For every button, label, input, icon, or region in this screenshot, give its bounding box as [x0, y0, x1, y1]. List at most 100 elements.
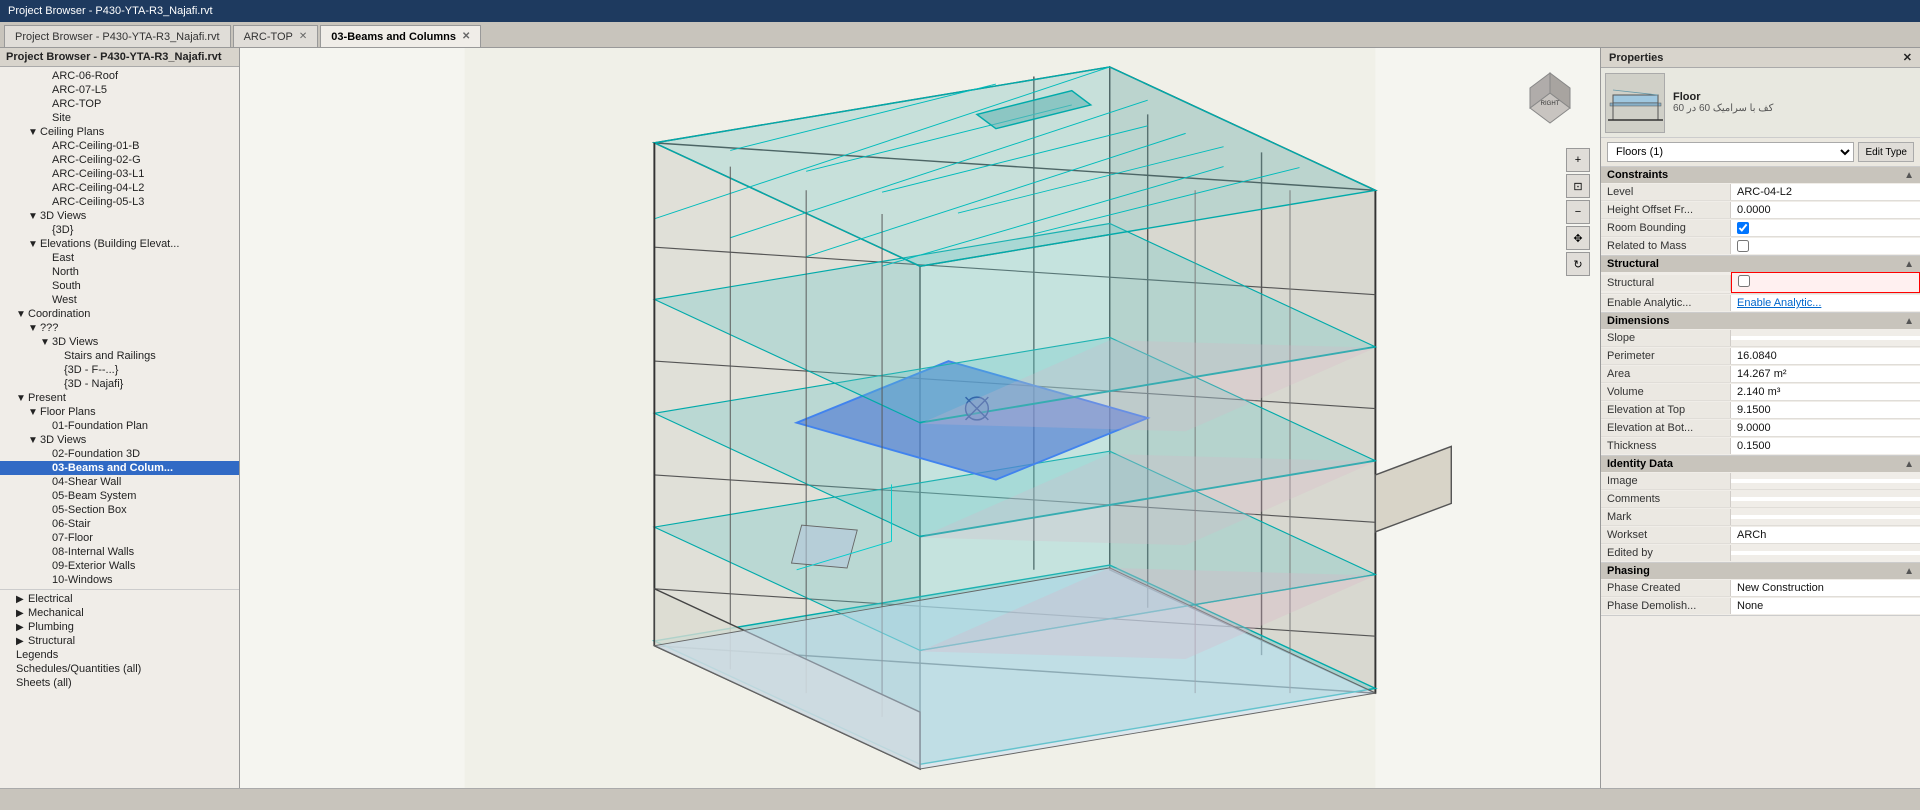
- tree-toggle[interactable]: ▼: [28, 211, 40, 222]
- tree-item-05-beam-system[interactable]: 05-Beam System: [0, 489, 239, 503]
- view-area[interactable]: RIGHT + ⊡ − ✥ ↻: [240, 48, 1600, 788]
- tree-toggle[interactable]: ▼: [28, 127, 40, 138]
- tree-label: 02-Foundation 3D: [52, 448, 235, 460]
- tree-item-west[interactable]: West: [0, 293, 239, 307]
- tree-toggle[interactable]: ▼: [28, 407, 40, 418]
- tree-toggle[interactable]: ▼: [16, 309, 28, 320]
- tree-label: Present: [28, 392, 235, 404]
- tree-item-06-stair[interactable]: 06-Stair: [0, 517, 239, 531]
- tree-item-schedules[interactable]: Schedules/Quantities (all): [0, 662, 239, 676]
- element-type-dropdown[interactable]: Floors (1): [1607, 142, 1854, 162]
- tree-item-elevations[interactable]: ▼ Elevations (Building Elevat...: [0, 237, 239, 251]
- tree-item-arc-ceiling-05-l3[interactable]: ARC-Ceiling-05-L3: [0, 195, 239, 209]
- tree-toggle[interactable]: ▼: [28, 435, 40, 446]
- tree-item-legends[interactable]: Legends: [0, 648, 239, 662]
- tree-toggle[interactable]: ▼: [28, 323, 40, 334]
- tree-item-coordination[interactable]: ▼ Coordination: [0, 307, 239, 321]
- tab-project-browser[interactable]: Project Browser - P430-YTA-R3_Najafi.rvt: [4, 25, 231, 47]
- properties-collapse-icon[interactable]: ✕: [1903, 51, 1912, 64]
- tab-close-arc-top[interactable]: ✕: [299, 31, 307, 42]
- prop-checkbox[interactable]: [1737, 240, 1749, 252]
- tree-item-mechanical[interactable]: ▶ Mechanical: [0, 606, 239, 620]
- navigation-cube[interactable]: RIGHT: [1510, 58, 1590, 138]
- section-collapse-structural[interactable]: ▲: [1904, 259, 1914, 270]
- prop-label-edited-by: Edited by: [1601, 545, 1731, 561]
- tree-item-stairs-railings[interactable]: Stairs and Railings: [0, 349, 239, 363]
- tab-arc-top[interactable]: ARC-TOP ✕: [233, 25, 319, 47]
- tree-item-east[interactable]: East: [0, 251, 239, 265]
- tree-item-arc-top[interactable]: ARC-TOP: [0, 97, 239, 111]
- prop-checkbox-red[interactable]: [1738, 275, 1750, 287]
- rotate-btn[interactable]: ↻: [1566, 252, 1590, 276]
- tree-toggle[interactable]: ▼: [16, 393, 28, 404]
- tree-item-3d-views-present[interactable]: ▼ 3D Views: [0, 433, 239, 447]
- tree-item-3d-views-coord[interactable]: ▼ 3D Views: [0, 335, 239, 349]
- tree-item-3d-f[interactable]: {3D - F--...}: [0, 363, 239, 377]
- tree-item-03-beams-colum[interactable]: 03-Beams and Colum...: [0, 461, 239, 475]
- tree-item-north[interactable]: North: [0, 265, 239, 279]
- tree-item-south[interactable]: South: [0, 279, 239, 293]
- section-collapse-identity-data[interactable]: ▲: [1904, 459, 1914, 470]
- tree-item-3d[interactable]: {3D}: [0, 223, 239, 237]
- tree-label: Legends: [16, 649, 235, 661]
- section-collapse-constraints[interactable]: ▲: [1904, 170, 1914, 181]
- prop-value-volume: 2.140 m³: [1731, 384, 1920, 400]
- tree-item-present[interactable]: ▼ Present: [0, 391, 239, 405]
- tree-item-plumbing[interactable]: ▶ Plumbing: [0, 620, 239, 634]
- prop-section-header-identity-data[interactable]: Identity Data▲: [1601, 456, 1920, 472]
- tree-item-arc-ceiling-01-b[interactable]: ARC-Ceiling-01-B: [0, 139, 239, 153]
- zoom-extent-btn[interactable]: ⊡: [1566, 174, 1590, 198]
- zoom-in-btn[interactable]: +: [1566, 148, 1590, 172]
- pan-btn[interactable]: ✥: [1566, 226, 1590, 250]
- prop-checkbox[interactable]: [1737, 222, 1749, 234]
- tree-item-arc-06-roof[interactable]: ARC-06-Roof: [0, 69, 239, 83]
- tree-item-sheets[interactable]: Sheets (all): [0, 676, 239, 690]
- prop-value-enable-analytic...[interactable]: Enable Analytic...: [1731, 295, 1920, 311]
- tree-item-3d-views-arc[interactable]: ▼ 3D Views: [0, 209, 239, 223]
- prop-section-header-dimensions[interactable]: Dimensions▲: [1601, 313, 1920, 329]
- tree-label: West: [52, 294, 235, 306]
- tree-toggle[interactable]: ▶: [16, 622, 28, 633]
- tree-item-ceiling-plans[interactable]: ▼ Ceiling Plans: [0, 125, 239, 139]
- section-collapse-dimensions[interactable]: ▲: [1904, 316, 1914, 327]
- tree-item-08-internal-walls[interactable]: 08-Internal Walls: [0, 545, 239, 559]
- tree-item-floor-plans[interactable]: ▼ Floor Plans: [0, 405, 239, 419]
- tree-item-arc-ceiling-04-l2[interactable]: ARC-Ceiling-04-L2: [0, 181, 239, 195]
- element-type-label: Floor: [1673, 91, 1773, 103]
- tree-toggle[interactable]: ▶: [16, 636, 28, 647]
- prop-value-room-bounding[interactable]: [1731, 220, 1920, 236]
- tree-item-02-foundation-3d[interactable]: 02-Foundation 3D: [0, 447, 239, 461]
- tree-item-structural[interactable]: ▶ Structural: [0, 634, 239, 648]
- tree-item-3d-najafi[interactable]: {3D - Najafi}: [0, 377, 239, 391]
- tree-toggle[interactable]: ▼: [40, 337, 52, 348]
- tree-item-arc-ceiling-03-l1[interactable]: ARC-Ceiling-03-L1: [0, 167, 239, 181]
- prop-section-header-phasing[interactable]: Phasing▲: [1601, 563, 1920, 579]
- edit-type-button[interactable]: Edit Type: [1858, 142, 1914, 162]
- tree-item-electrical[interactable]: ▶ Electrical: [0, 592, 239, 606]
- prop-section-header-constraints[interactable]: Constraints▲: [1601, 167, 1920, 183]
- project-browser-tree[interactable]: ARC-06-Roof ARC-07-L5 ARC-TOP Site ▼ Cei…: [0, 67, 239, 788]
- zoom-out-btn[interactable]: −: [1566, 200, 1590, 224]
- tree-item-qqq[interactable]: ▼ ???: [0, 321, 239, 335]
- building-3d-view: [240, 48, 1600, 788]
- tree-item-site[interactable]: Site: [0, 111, 239, 125]
- tree-item-01-foundation-plan[interactable]: 01-Foundation Plan: [0, 419, 239, 433]
- prop-section-header-structural[interactable]: Structural▲: [1601, 256, 1920, 272]
- tree-item-10-windows[interactable]: 10-Windows: [0, 573, 239, 587]
- prop-row-enable-analytic...: Enable Analytic...Enable Analytic...: [1601, 294, 1920, 312]
- section-collapse-phasing[interactable]: ▲: [1904, 566, 1914, 577]
- project-browser-header: Project Browser - P430-YTA-R3_Najafi.rvt: [0, 48, 239, 67]
- tree-item-arc-ceiling-02-g[interactable]: ARC-Ceiling-02-G: [0, 153, 239, 167]
- tree-toggle[interactable]: ▼: [28, 239, 40, 250]
- prop-value-structural[interactable]: [1731, 272, 1920, 293]
- tree-item-arc-07-l5[interactable]: ARC-07-L5: [0, 83, 239, 97]
- tab-beams-columns[interactable]: 03-Beams and Columns ✕: [320, 25, 481, 47]
- tree-item-09-exterior-walls[interactable]: 09-Exterior Walls: [0, 559, 239, 573]
- tree-item-07-floor[interactable]: 07-Floor: [0, 531, 239, 545]
- tree-item-05-section-box[interactable]: 05-Section Box: [0, 503, 239, 517]
- tab-close-beams-columns[interactable]: ✕: [462, 31, 470, 42]
- tree-toggle[interactable]: ▶: [16, 594, 28, 605]
- prop-value-related-to-mass[interactable]: [1731, 238, 1920, 254]
- tree-item-04-shear-wall[interactable]: 04-Shear Wall: [0, 475, 239, 489]
- tree-toggle[interactable]: ▶: [16, 608, 28, 619]
